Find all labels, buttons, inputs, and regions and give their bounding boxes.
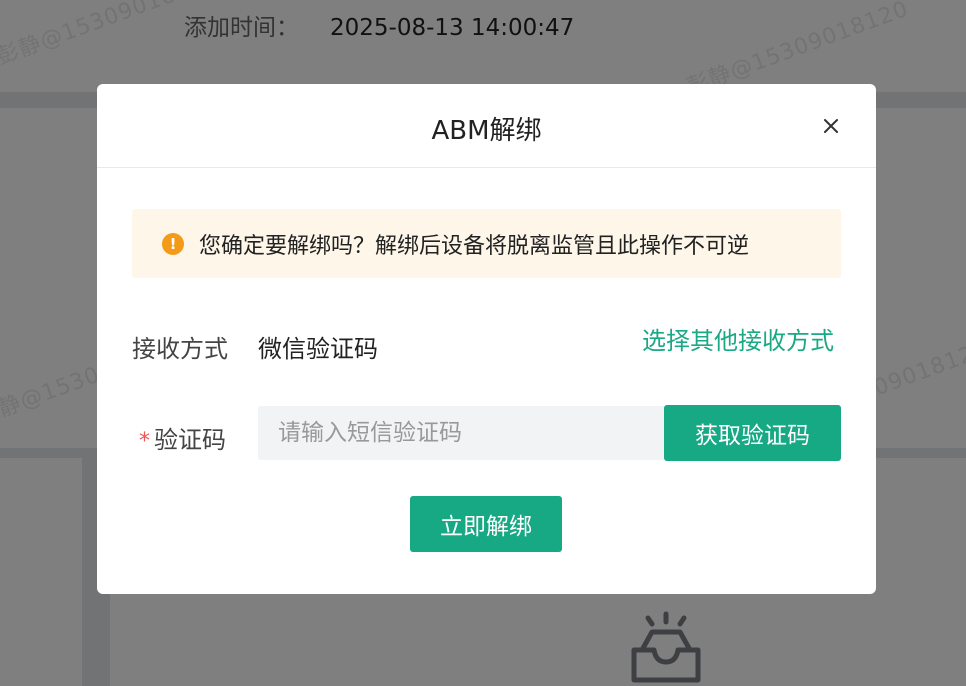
dialog-header: ABM解绑 — [97, 84, 876, 168]
required-mark: * — [139, 429, 150, 454]
verification-code-input[interactable] — [258, 406, 664, 460]
unbind-now-button[interactable]: 立即解绑 — [410, 496, 562, 552]
receive-method-label: 接收方式 — [132, 335, 228, 363]
abm-unbind-dialog: ABM解绑 ! 您确定要解绑吗？解绑后设备将脱离监管且此操作不可逆 接收方式 微… — [97, 84, 876, 594]
receive-method-value: 微信验证码 — [258, 335, 378, 363]
warning-circle-icon: ! — [162, 232, 184, 255]
code-label: * 验证码 — [139, 420, 226, 455]
warning-alert: ! 您确定要解绑吗？解绑后设备将脱离监管且此操作不可逆 — [132, 209, 841, 278]
dialog-title: ABM解绑 — [431, 116, 542, 146]
warning-text: 您确定要解绑吗？解绑后设备将脱离监管且此操作不可逆 — [199, 233, 750, 259]
get-code-button[interactable]: 获取验证码 — [664, 405, 841, 461]
choose-other-method-link[interactable]: 选择其他接收方式 — [642, 321, 834, 356]
close-icon[interactable] — [820, 115, 842, 137]
code-label-text: 验证码 — [154, 426, 226, 454]
